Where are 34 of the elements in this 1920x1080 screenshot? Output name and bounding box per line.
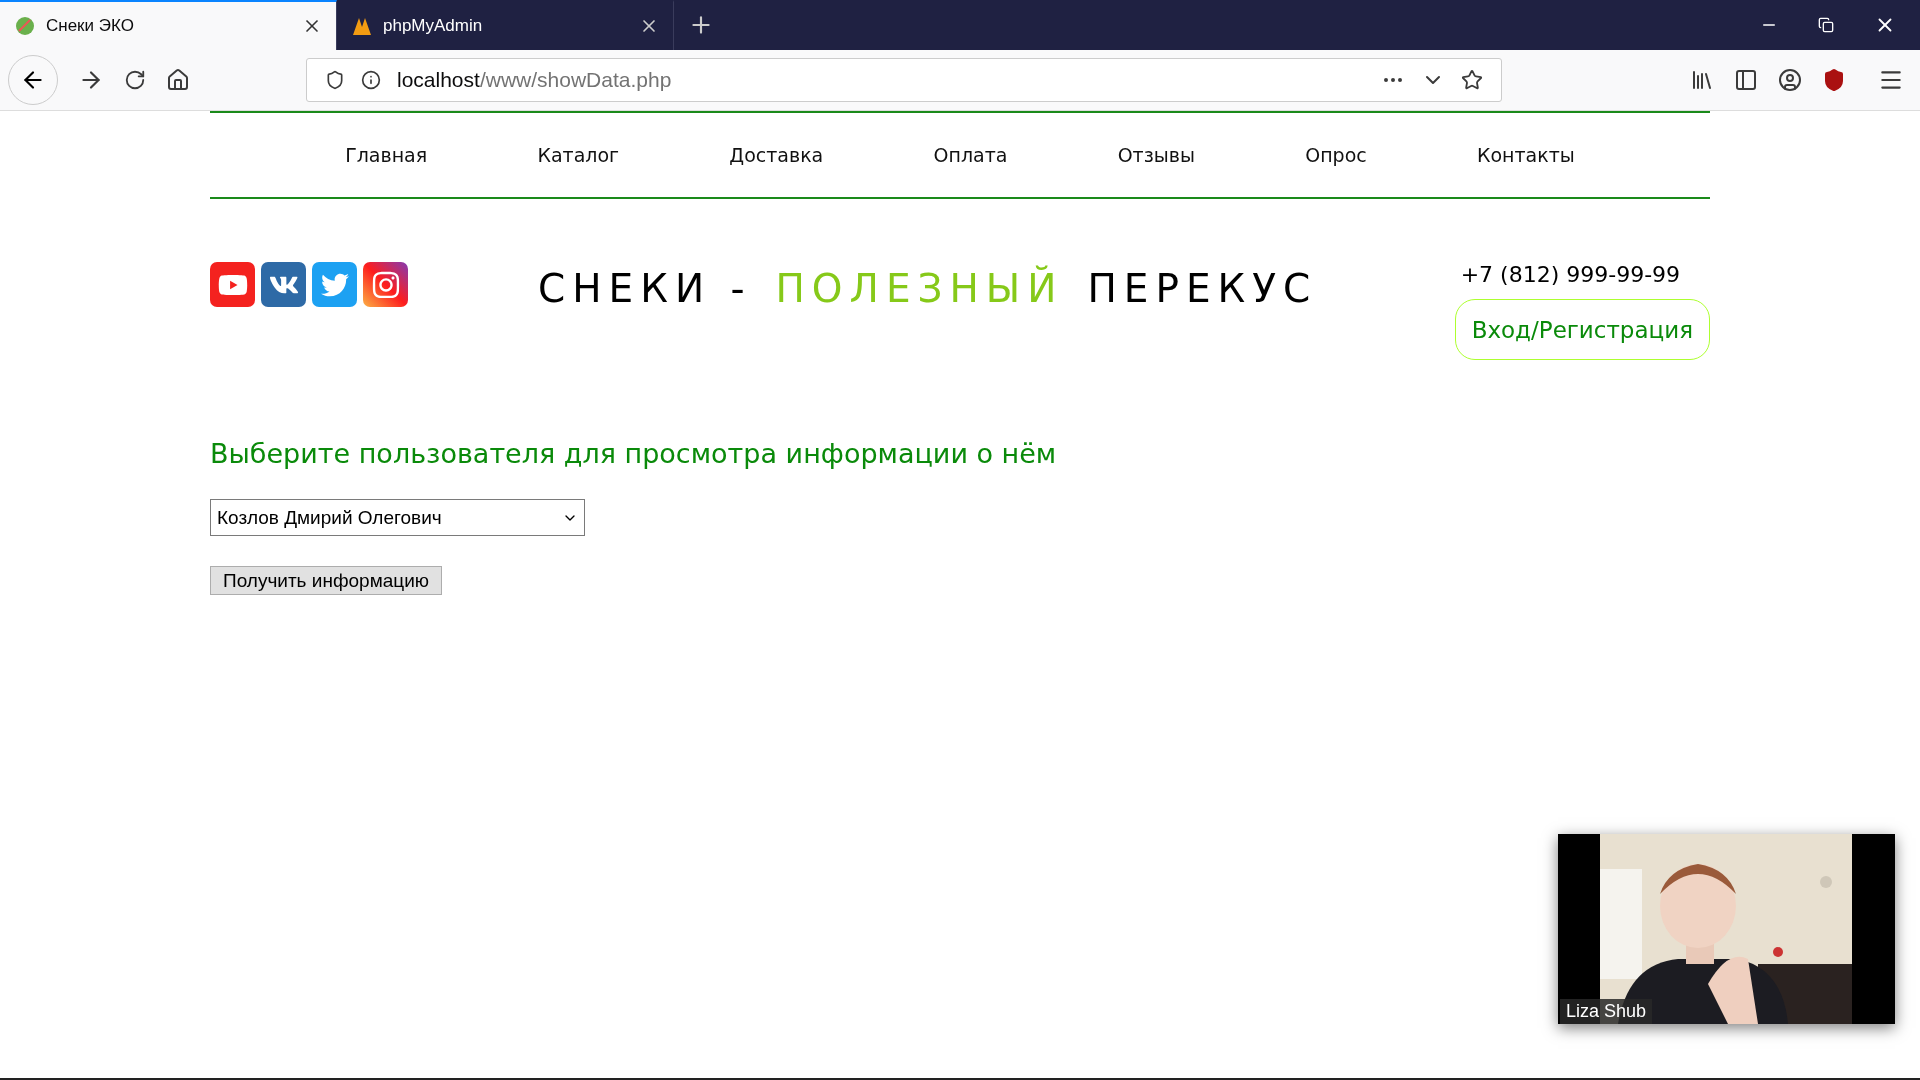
participant-name: Liza Shub [1560,999,1653,1024]
url-text: localhost/www/showData.php [397,68,673,92]
site-title: ПОЛЕЗНЫЙ [775,266,1064,311]
account-icon[interactable] [1778,68,1802,92]
library-icon[interactable] [1690,68,1714,92]
site-title: ПЕРЕКУС [1087,266,1318,311]
home-icon[interactable] [166,68,190,92]
nav-link[interactable]: Оплата [933,144,1008,166]
nav-link[interactable]: Отзывы [1117,144,1195,166]
nav-link[interactable]: Опрос [1305,144,1367,166]
nav-link[interactable]: Каталог [537,144,620,166]
reload-icon[interactable] [124,69,146,91]
nav-link[interactable]: Главная [345,144,428,166]
login-button[interactable]: Вход/Регистрация [1454,299,1710,360]
site-title: СНЕКИ - [538,266,752,311]
address-bar[interactable]: localhost/www/showData.php [306,58,1502,102]
nav-link[interactable]: Доставка [729,144,824,166]
phone-number: +7 (812) 999-99-99 [1460,262,1681,287]
shield-icon[interactable] [325,70,345,90]
vk-icon[interactable] [261,262,306,307]
nav-link[interactable]: Контакты [1477,144,1575,166]
browser-tab[interactable]: Снеки ЭКО [0,0,337,50]
page-heading: Выберите пользователя для просмотра информации о нём [210,438,1058,469]
submit-button[interactable]: Получить информацию [210,566,443,595]
instagram-icon[interactable] [363,262,408,307]
restore-icon[interactable] [1818,17,1834,33]
youtube-icon[interactable] [210,262,255,307]
twitter-icon[interactable] [312,262,357,307]
star-icon[interactable] [1461,69,1483,91]
back-button[interactable] [8,55,58,105]
sidebar-icon[interactable] [1734,68,1758,92]
user-select[interactable]: Козлов Дмирий Олегович [210,499,585,536]
info-icon[interactable] [361,70,381,90]
shield-icon[interactable] [1822,68,1846,92]
